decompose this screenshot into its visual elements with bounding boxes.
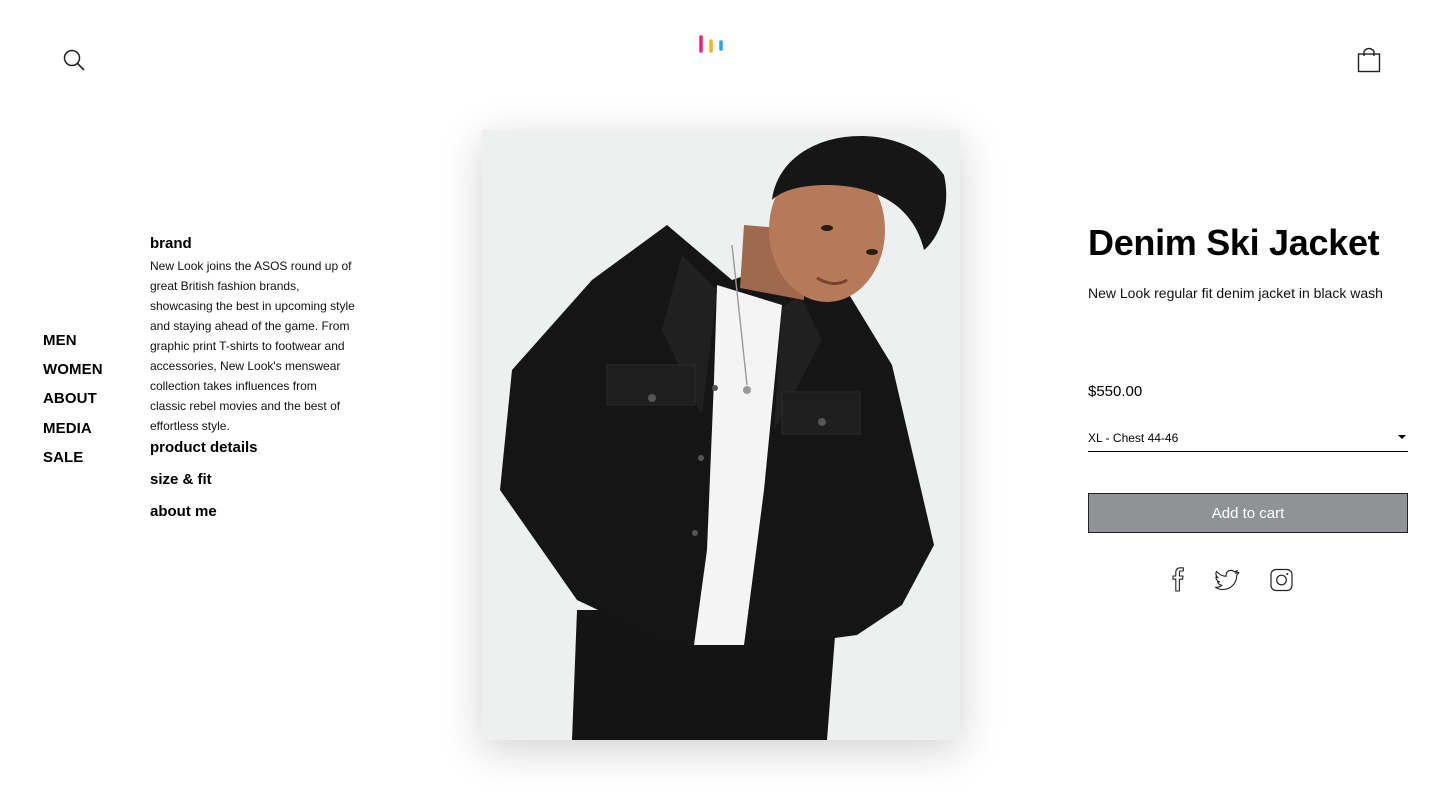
size-selected-value: XL - Chest 44-46 bbox=[1088, 431, 1179, 445]
link-about-me[interactable]: about me bbox=[150, 502, 355, 534]
product-info-panel: brand New Look joins the ASOS round up o… bbox=[150, 234, 355, 554]
product-price: $550.00 bbox=[1088, 383, 1143, 400]
main-nav: MEN WOMEN ABOUT MEDIA SALE bbox=[43, 331, 103, 477]
product-description: New Look regular fit denim jacket in bla… bbox=[1088, 285, 1383, 301]
search-icon[interactable] bbox=[63, 49, 85, 71]
add-to-cart-button[interactable]: Add to cart bbox=[1088, 493, 1408, 533]
twitter-icon[interactable] bbox=[1214, 567, 1240, 593]
nav-sale[interactable]: SALE bbox=[43, 448, 103, 477]
size-select[interactable]: XL - Chest 44-46 bbox=[1088, 429, 1408, 452]
product-title: Denim Ski Jacket bbox=[1088, 222, 1380, 263]
brand-heading[interactable]: brand bbox=[150, 234, 355, 254]
nav-men[interactable]: MEN bbox=[43, 331, 103, 360]
nav-media[interactable]: MEDIA bbox=[43, 419, 103, 448]
social-links bbox=[1088, 567, 1408, 593]
info-links: product details size & fit about me bbox=[150, 439, 355, 554]
instagram-icon[interactable] bbox=[1269, 567, 1293, 593]
facebook-icon[interactable] bbox=[1166, 567, 1190, 593]
product-details-panel: Denim Ski Jacket New Look regular fit de… bbox=[1088, 222, 1408, 592]
brand-description: New Look joins the ASOS round up of grea… bbox=[150, 259, 355, 433]
brand-logo[interactable] bbox=[698, 34, 726, 54]
product-image bbox=[482, 130, 960, 740]
nav-about[interactable]: ABOUT bbox=[43, 389, 103, 418]
link-size-fit[interactable]: size & fit bbox=[150, 470, 355, 502]
shopping-bag-icon[interactable] bbox=[1357, 47, 1381, 73]
nav-women[interactable]: WOMEN bbox=[43, 360, 103, 389]
chevron-down-icon bbox=[1398, 435, 1406, 439]
link-product-details[interactable]: product details bbox=[150, 438, 355, 470]
